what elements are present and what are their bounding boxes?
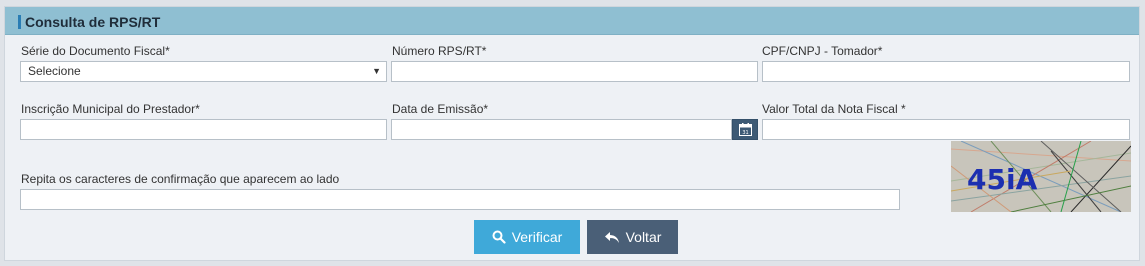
captcha-label: Repita os caracteres de confirmação que … [21,172,340,186]
back-button-label: Voltar [625,229,662,245]
valor-total-label: Valor Total da Nota Fiscal * [762,102,906,116]
serie-selected-value: Selecione [28,64,81,78]
consulta-panel: Consulta de RPS/RT Série do Documento Fi… [4,6,1140,261]
back-button[interactable]: Voltar [587,220,678,254]
inscricao-label: Inscrição Municipal do Prestador* [21,102,200,116]
numero-label: Número RPS/RT* [392,44,487,58]
valor-total-input[interactable] [762,119,1130,140]
search-icon [492,230,506,244]
panel-title: Consulta de RPS/RT [25,14,161,30]
caret-down-icon: ▼ [372,66,381,76]
serie-label: Série do Documento Fiscal* [21,44,170,58]
calendar-button[interactable]: 31 [732,119,758,140]
verify-button[interactable]: Verificar [474,220,580,254]
panel-header: Consulta de RPS/RT [5,7,1139,35]
data-emissao-input[interactable] [391,119,732,140]
undo-arrow-icon [604,231,619,243]
numero-input[interactable] [391,61,758,82]
captcha-text: 45iA [967,163,1038,196]
header-accent-bar [18,15,21,29]
verify-button-label: Verificar [511,229,563,245]
captcha-input[interactable] [20,189,900,210]
captcha-image: 45iA [951,141,1131,212]
cpf-cnpj-input[interactable] [762,61,1130,82]
calendar-icon: 31 [739,123,752,136]
data-emissao-label: Data de Emissão* [392,102,489,116]
svg-text:31: 31 [742,130,748,136]
serie-select[interactable]: Selecione ▼ [20,61,387,82]
cpf-cnpj-label: CPF/CNPJ - Tomador* [762,44,883,58]
inscricao-input[interactable] [20,119,387,140]
